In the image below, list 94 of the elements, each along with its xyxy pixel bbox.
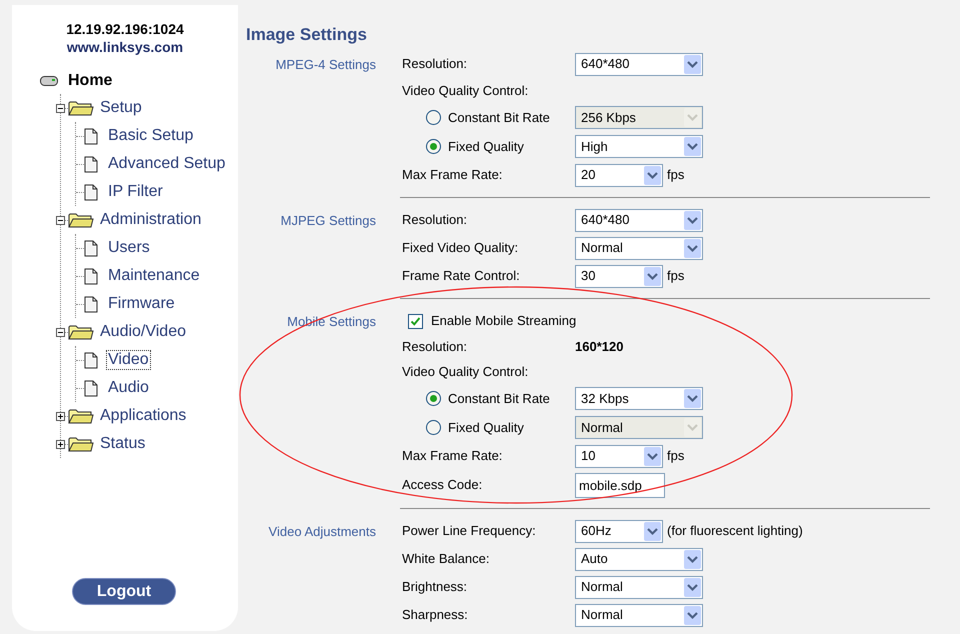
chevron-down-icon [644,522,661,540]
document-icon [84,128,98,144]
field-label: Video Quality Control: [402,362,528,381]
chevron-down-icon [684,578,701,596]
field-label: Resolution: [402,338,468,356]
tree-folder[interactable]: Setup [100,96,142,120]
tree-item[interactable]: Audio [106,378,151,398]
tree-item[interactable]: Video [106,350,151,370]
expand-icon[interactable] [56,440,65,448]
host-address: 12.19.92.196:1024 [66,20,184,38]
unit-label: (for fluorescent lighting) [667,522,803,540]
chevron-down-icon [684,238,701,258]
tree-item[interactable]: Firmware [106,294,177,314]
collapse-icon[interactable] [56,216,65,224]
field-label: Enable Mobile Streaming [431,312,576,330]
field-label: Brightness: [402,578,468,596]
chevron-down-icon [684,137,701,156]
field-label: Resolution: [402,55,468,74]
field-label: Constant Bit Rate [448,390,551,408]
field-label: Fixed Video Quality: [402,239,520,258]
collapse-icon[interactable] [56,328,65,336]
chevron-down-icon [684,54,701,74]
field-label: Access Code: [402,476,484,494]
folder-icon [68,436,94,452]
collapse-icon[interactable] [56,104,65,112]
section-label: MPEG-4 Settings [274,56,376,74]
access-code-field[interactable]: mobile.sdp [575,472,665,498]
folder-icon [68,408,94,424]
folder-icon [68,100,94,116]
expand-icon[interactable] [56,412,65,420]
dropdown-select[interactable]: Normal [575,604,703,626]
document-icon [84,296,98,312]
home-link[interactable]: Home [68,69,112,93]
field-label: Frame Rate Control: [402,267,521,286]
field-label: Max Frame Rate: [402,447,504,466]
chevron-down-icon [684,389,701,408]
document-icon [84,184,98,200]
dropdown-select[interactable]: Auto [575,548,703,570]
document-icon [84,380,98,396]
field-label: Sharpness: [402,606,469,624]
chevron-down-icon [644,166,661,184]
radio-button[interactable] [426,391,441,406]
tree-item[interactable]: Basic Setup [106,126,196,146]
chevron-down-icon [644,446,661,466]
dropdown-select[interactable]: 30 [575,264,663,288]
tree-item[interactable]: Maintenance [106,266,202,286]
document-icon [84,352,98,368]
tree-folder[interactable]: Applications [100,404,186,428]
chevron-down-icon [684,550,701,568]
chevron-down-icon [684,606,701,624]
tree-item[interactable]: Advanced Setup [106,154,228,174]
field-label: Max Frame Rate: [402,166,504,184]
unit-label: fps [667,447,684,466]
logout-button[interactable]: Logout [72,578,176,605]
chevron-down-icon [644,266,661,286]
dropdown-select[interactable]: 640*480 [575,208,703,232]
dropdown-select[interactable]: High [575,135,703,158]
field-label: Fixed Quality [448,138,525,156]
field-label: Constant Bit Rate [448,108,551,127]
chevron-down-icon [684,210,701,230]
tree-folder[interactable]: Audio/Video [100,320,186,344]
dropdown-select[interactable]: 20 [575,164,663,186]
dropdown-select[interactable]: 10 [575,444,663,468]
tree-folder[interactable]: Administration [100,208,202,232]
dropdown-select[interactable]: 32 Kbps [575,387,703,410]
dropdown-select[interactable]: Normal [575,576,703,598]
section-label: Video Adjustments [268,523,376,541]
field-label: Power Line Frequency: [402,522,537,540]
field-label: Video Quality Control: [402,82,528,100]
folder-icon [68,212,94,228]
unit-label: fps [667,166,684,184]
tree-item[interactable]: Users [106,238,152,258]
field-label: Fixed Quality [448,418,525,437]
document-icon [84,268,98,284]
checkbox[interactable] [408,314,423,328]
tree-item[interactable]: IP Filter [106,182,165,202]
field-label: White Balance: [402,550,490,568]
chevron-down-icon [684,108,701,127]
unit-label: fps [667,267,684,286]
document-icon [84,156,98,172]
chevron-down-icon [684,418,701,437]
folder-icon [68,324,94,340]
dropdown-select[interactable]: 60Hz [575,520,663,542]
site-link[interactable]: www.linksys.com [66,38,184,56]
field-label: Resolution: [402,211,468,230]
dropdown-select[interactable]: 640*480 [575,52,703,76]
device-icon [40,76,58,86]
section-label: MJPEG Settings [280,212,376,230]
document-icon [84,240,98,256]
radio-button[interactable] [426,139,441,154]
tree-folder[interactable]: Status [100,432,146,456]
page-title: Image Settings [246,24,368,46]
resolution-value: 160*120 [575,338,624,356]
dropdown-select[interactable]: Normal [575,236,703,260]
